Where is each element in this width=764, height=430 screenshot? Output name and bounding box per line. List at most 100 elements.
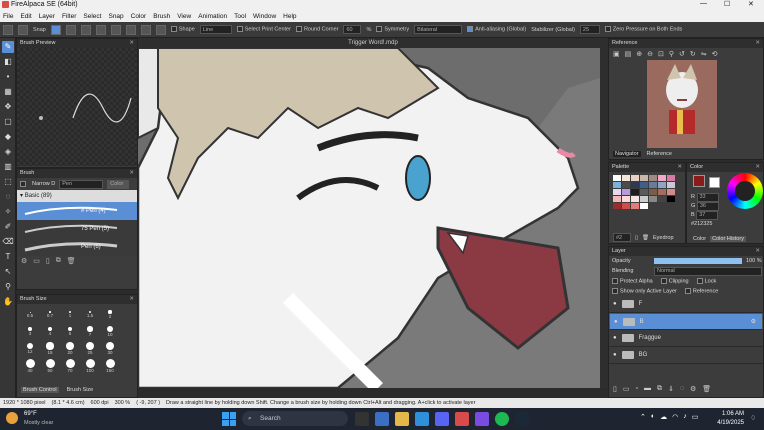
delete-layer-icon[interactable]: 🗑 <box>702 385 711 393</box>
brush-item[interactable]: Pen (6) <box>17 238 137 256</box>
palette-swatch[interactable] <box>630 195 639 202</box>
undo-icon[interactable] <box>3 24 13 35</box>
palette-swatch[interactable] <box>666 174 675 181</box>
palette-swatch[interactable] <box>621 202 630 209</box>
volume-icon[interactable]: ♪ <box>683 413 687 421</box>
panel-close-icon[interactable]: ✕ <box>129 39 134 48</box>
palette-swatch[interactable] <box>666 195 675 202</box>
snap-settings-icon[interactable] <box>155 24 166 35</box>
new-1bit-layer-icon[interactable]: ▫ <box>635 385 637 393</box>
palette-swatch[interactable] <box>657 181 666 188</box>
eraser-tool-icon[interactable]: ◧ <box>2 56 14 68</box>
color-g-input[interactable]: 36 <box>696 202 719 211</box>
rotate-right-icon[interactable]: ↻ <box>690 50 696 58</box>
brush-duplicate-icon[interactable]: ⧉ <box>56 257 61 265</box>
visibility-eye-icon[interactable]: ● <box>614 319 618 325</box>
palette-swatch[interactable] <box>657 195 666 202</box>
panel-close-icon[interactable]: ✕ <box>755 163 760 172</box>
panel-close-icon[interactable]: ✕ <box>129 169 134 178</box>
lasso-tool-icon[interactable]: ◌ <box>2 191 14 203</box>
palette-swatch[interactable] <box>612 181 621 188</box>
menu-view[interactable]: View <box>177 13 191 20</box>
operation-tool-icon[interactable]: ↖ <box>2 266 14 278</box>
zoom-in-icon[interactable]: ⊕ <box>636 50 642 58</box>
rect-select-icon[interactable]: ▢ <box>2 116 14 128</box>
brush-size-cell[interactable]: 25 <box>81 341 99 356</box>
zoom-fit-icon[interactable]: ⊡ <box>658 50 664 58</box>
snap-vanish-icon[interactable] <box>95 24 106 35</box>
palette-swatch[interactable] <box>648 188 657 195</box>
brush-size-cell[interactable]: 7 <box>81 324 99 339</box>
browser-icon[interactable] <box>415 412 429 426</box>
clipping-checkbox[interactable] <box>660 277 667 284</box>
palette-swatch[interactable] <box>612 195 621 202</box>
tab-color[interactable]: Color <box>693 236 706 242</box>
brush-folder-icon[interactable]: ▭ <box>33 257 40 265</box>
brush-tool-icon[interactable]: ✎ <box>2 41 14 53</box>
zoom-out-icon[interactable]: ⊖ <box>647 50 653 58</box>
firealpaca-taskbar-icon[interactable] <box>455 412 469 426</box>
windows-start-icon[interactable] <box>222 412 236 426</box>
palette-swatch[interactable] <box>639 174 648 181</box>
eyedrop-ref-icon[interactable]: ⚲ <box>669 50 674 58</box>
layer-settings-icon[interactable]: ⚙ <box>751 318 756 325</box>
layer-row[interactable]: ● F <box>609 296 763 313</box>
hand-tool-icon[interactable]: ✋ <box>2 296 14 308</box>
palette-swatch[interactable] <box>630 174 639 181</box>
blending-select[interactable]: Normal <box>654 266 762 276</box>
anti-aliasing-checkbox[interactable] <box>467 26 474 33</box>
new-folder-icon[interactable]: ▬ <box>644 385 651 393</box>
fill-tool-icon[interactable]: ◆ <box>2 131 14 143</box>
round-corner-input[interactable]: 60 <box>343 25 362 34</box>
panel-close-icon[interactable]: ✕ <box>677 163 682 172</box>
palette-index-select[interactable]: #2 <box>613 233 631 242</box>
brush-size-cell[interactable]: 50 <box>41 358 59 373</box>
brush-size-cell[interactable]: 4 <box>41 324 59 339</box>
menu-color[interactable]: Color <box>131 13 147 20</box>
color-wheel[interactable] <box>727 173 763 209</box>
canvas-vertical-scrollbar[interactable] <box>600 48 608 388</box>
taskbar-search[interactable]: ⌕ Search <box>242 411 348 426</box>
foreground-color-swatch[interactable] <box>693 175 705 187</box>
close-icon[interactable]: ✕ <box>748 0 754 8</box>
snap-off-icon[interactable] <box>50 24 61 35</box>
brush-group-header[interactable]: ▾ Basic (89) <box>17 190 137 202</box>
palette-swatch[interactable] <box>621 195 630 202</box>
symmetry-checkbox[interactable] <box>376 26 383 33</box>
layer-properties-icon[interactable]: ⚙ <box>690 385 696 393</box>
palette-swatch[interactable] <box>621 188 630 195</box>
symmetry-select[interactable]: Bilateral <box>414 25 463 34</box>
brush-size-cell[interactable]: 0.7 <box>41 307 59 322</box>
menu-file[interactable]: File <box>3 13 13 20</box>
new-layer-icon[interactable]: ▯ <box>613 385 617 393</box>
color-b-input[interactable]: 37 <box>696 211 719 220</box>
battery-icon[interactable]: ▭ <box>692 413 699 421</box>
stabilizer-select[interactable]: 25 <box>579 25 600 34</box>
minimize-icon[interactable]: — <box>700 0 707 7</box>
brush-size-cell[interactable]: 0.5 <box>21 307 39 322</box>
brush-size-cell[interactable]: 30 <box>101 341 119 356</box>
snap-circle-icon[interactable] <box>125 24 136 35</box>
close-file-icon[interactable]: ▤ <box>625 50 632 58</box>
snap-cross-icon[interactable] <box>80 24 91 35</box>
brush-size-cell[interactable]: 12 <box>21 341 39 356</box>
brush-size-cell[interactable]: 40 <box>21 358 39 373</box>
task-view-icon[interactable] <box>355 412 369 426</box>
protect-alpha-checkbox[interactable] <box>612 277 618 284</box>
menu-tool[interactable]: Tool <box>234 13 246 20</box>
snap-curve-icon[interactable] <box>140 24 151 35</box>
reset-icon[interactable]: ⟲ <box>712 50 718 58</box>
brush-size-cell[interactable]: 70 <box>61 358 79 373</box>
color-r-input[interactable]: 33 <box>696 193 719 202</box>
brush-delete-icon[interactable]: 🗑 <box>67 257 76 265</box>
zero-pressure-checkbox[interactable] <box>604 26 611 33</box>
visibility-eye-icon[interactable]: ● <box>613 352 617 358</box>
brush-size-cell[interactable]: 1.5 <box>81 307 99 322</box>
palette-swatch[interactable] <box>639 181 648 188</box>
menu-brush[interactable]: Brush <box>153 13 170 20</box>
brush-size-cell[interactable]: 20 <box>61 341 79 356</box>
narrow-checkbox[interactable] <box>20 181 26 187</box>
panel-close-icon[interactable]: ✕ <box>755 247 760 256</box>
select-print-center-checkbox[interactable] <box>236 26 243 33</box>
tab-reference[interactable]: Reference <box>647 151 672 157</box>
